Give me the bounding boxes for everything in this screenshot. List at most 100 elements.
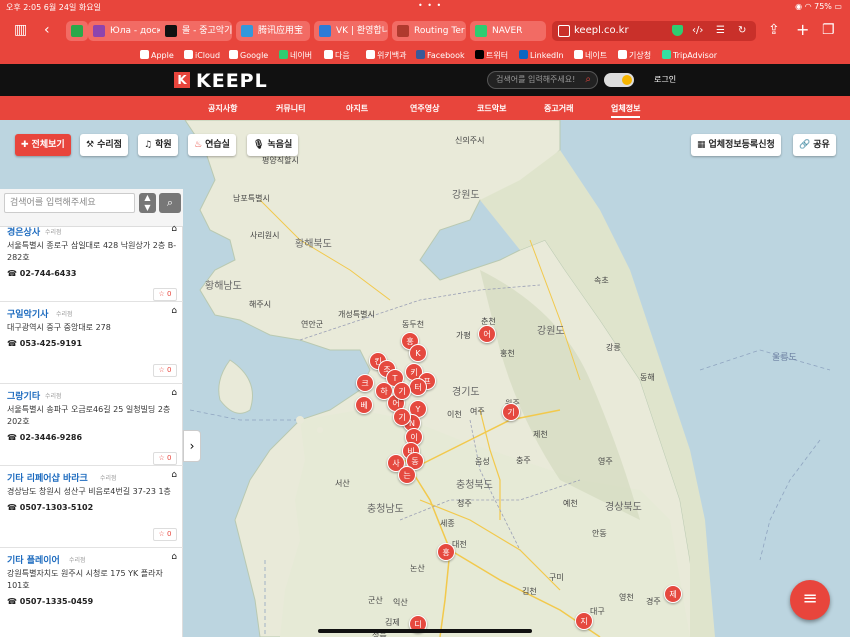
map-marker[interactable]: 홍 xyxy=(437,543,455,561)
search-icon[interactable]: ⌕ xyxy=(585,72,591,88)
nav-community[interactable]: 커뮤니티 xyxy=(276,103,305,114)
bookmark-icloud[interactable]: iCloud xyxy=(184,50,220,60)
share-button[interactable]: 🔗 공유 xyxy=(793,134,836,156)
business-phone[interactable]: ☎ 02-744-6433 xyxy=(7,269,77,278)
business-phone[interactable]: ☎ 0507-1303-5102 xyxy=(7,503,93,512)
map-marker[interactable]: 제 xyxy=(664,585,682,603)
business-name[interactable]: 기타 플레이어 xyxy=(7,553,60,566)
bookmark-facebook[interactable]: Facebook xyxy=(416,50,465,60)
filter-repair-button[interactable]: ⚒ 수리점 xyxy=(80,134,128,156)
rating-badge[interactable]: ☆ 0 xyxy=(153,528,177,541)
business-name[interactable]: 구일악기사 xyxy=(7,307,48,320)
panel-search-input[interactable]: 검색어를 입력해주세요 xyxy=(4,193,135,213)
map-marker[interactable]: 어 xyxy=(478,325,496,343)
map-label: 강원도 xyxy=(537,326,565,337)
bookmark-wikipedia[interactable]: 위키백과 xyxy=(366,50,406,61)
browser-tab[interactable]: 腾讯应用宝 xyxy=(236,21,310,41)
home-icon[interactable]: ⌂ xyxy=(171,224,177,234)
list-item[interactable]: 구일악기사 수리점 ⌂ 대구광역시 중구 중앙대로 278 ☎ 053-425-… xyxy=(0,302,183,384)
business-name[interactable]: 경은상사 xyxy=(7,225,40,238)
keepl-logo-icon[interactable]: K xyxy=(174,72,190,88)
business-phone[interactable]: ☎ 0507-1335-0459 xyxy=(7,597,93,606)
map-marker[interactable]: 기 xyxy=(393,382,411,400)
map-marker[interactable]: 터 xyxy=(409,378,427,396)
map-label: 경주 xyxy=(646,597,661,606)
reload-icon[interactable]: ↻ xyxy=(738,21,746,41)
nav-agit[interactable]: 아지트 xyxy=(346,103,368,114)
browser-tab[interactable]: VK | 환영합니 xyxy=(314,21,388,41)
login-link[interactable]: 로그인 xyxy=(654,74,676,85)
map-marker[interactable]: 는 xyxy=(398,466,416,484)
keepl-logo-text[interactable]: KEEPL xyxy=(196,70,268,92)
browser-tab[interactable]: NAVER xyxy=(470,21,546,41)
share-icon[interactable]: ⇪ xyxy=(768,22,780,38)
nav-videos[interactable]: 연주영상 xyxy=(410,103,439,114)
map-marker[interactable]: K xyxy=(409,344,427,362)
map-label: 충청북도 xyxy=(456,480,493,491)
phone-number: 0507-1335-0459 xyxy=(19,597,94,606)
map-marker[interactable]: 기 xyxy=(393,408,411,426)
rating-badge[interactable]: ☆ 0 xyxy=(153,364,177,377)
browser-tab[interactable]: 몰 - 중고악기 xyxy=(160,21,232,41)
map-label: 구미 xyxy=(549,573,564,582)
new-tab-icon[interactable]: + xyxy=(796,20,809,39)
bookmark-linkedin[interactable]: LinkedIn xyxy=(519,50,564,60)
nav-market[interactable]: 중고거래 xyxy=(544,103,573,114)
list-item[interactable]: 기타 플레이어 수리점 ⌂ 강원특별자치도 원주시 시청로 175 YK 플라자… xyxy=(0,548,183,637)
panel-search-button[interactable]: ⌕ xyxy=(159,193,181,213)
reader-icon[interactable]: ☰ xyxy=(716,21,725,41)
panel-collapse-toggle[interactable]: › xyxy=(183,430,201,462)
list-item[interactable]: 그랑기타 수리점 ⌂ 서울특별시 송파구 오금로46길 25 일청빌딩 2층 2… xyxy=(0,384,183,466)
tab-title: Routing Ter xyxy=(414,26,465,36)
bookmark-kma[interactable]: 기상청 xyxy=(618,50,651,61)
bookmark-nate[interactable]: 네이트 xyxy=(574,50,607,61)
bookmark-naver[interactable]: 네이버 xyxy=(279,50,312,61)
bookmark-apple[interactable]: Apple xyxy=(140,50,174,60)
filter-academy-button[interactable]: ♫ 학원 xyxy=(138,134,178,156)
header-search-input[interactable]: 검색어를 입력해주세요! ⌕ xyxy=(487,71,598,89)
rating-badge[interactable]: ☆ 0 xyxy=(153,452,177,465)
filter-practice-button[interactable]: ♨ 연습실 xyxy=(188,134,236,156)
home-icon[interactable]: ⌂ xyxy=(171,388,177,398)
tab-overview-icon[interactable]: ❐ xyxy=(822,22,835,38)
privacy-shield-icon[interactable] xyxy=(672,25,683,36)
address-bar[interactable]: keepl.co.kr ‹/› ☰ ↻ xyxy=(552,21,756,41)
filter-all-button[interactable]: ✚ 전체보기 xyxy=(15,134,71,156)
map-marker[interactable]: 지 xyxy=(575,612,593,630)
business-phone[interactable]: ☎ 053-425-9191 xyxy=(7,339,82,348)
code-icon[interactable]: ‹/› xyxy=(692,21,703,41)
browser-tab[interactable]: Routing Ter xyxy=(392,21,466,41)
home-icon[interactable]: ⌂ xyxy=(171,306,177,316)
home-icon[interactable]: ⌂ xyxy=(171,552,177,562)
list-item[interactable]: 기타 리페어샵 바라크 수리점 ⌂ 경상남도 창원시 성산구 비음로4번길 37… xyxy=(0,466,183,548)
bookmark-twitter[interactable]: 트위터 xyxy=(475,50,508,61)
filter-recording-button[interactable]: 🎙 녹음실 xyxy=(247,134,299,156)
map-marker[interactable]: 크 xyxy=(356,374,374,392)
menu-fab-button[interactable]: ≡ xyxy=(790,580,830,620)
bookmark-tripadvisor[interactable]: TripAdvisor xyxy=(662,50,717,60)
browser-tab[interactable] xyxy=(66,21,88,41)
home-icon[interactable]: ⌂ xyxy=(171,470,177,480)
nav-business-info[interactable]: 업체정보 xyxy=(611,103,641,118)
sidebar-icon[interactable]: ▥ xyxy=(14,22,27,38)
map-marker[interactable]: 베 xyxy=(355,396,373,414)
nav-chords[interactable]: 코드악보 xyxy=(477,103,506,114)
list-item[interactable]: 경은상사 수리점 ⌂ 서울특별시 종로구 삼일대로 428 낙원상가 2층 B-… xyxy=(0,220,183,302)
home-indicator[interactable] xyxy=(318,629,532,633)
business-name[interactable]: 그랑기타 xyxy=(7,389,40,402)
bookmark-google[interactable]: Google xyxy=(229,50,268,60)
rating-badge[interactable]: ☆ 0 xyxy=(153,288,177,301)
map-marker[interactable]: 기 xyxy=(502,403,520,421)
bookmark-label: LinkedIn xyxy=(530,51,564,60)
icloud-icon xyxy=(184,50,193,59)
business-phone[interactable]: ☎ 02-3446-9286 xyxy=(7,433,82,442)
bookmark-daum[interactable]: 다음 xyxy=(324,50,350,61)
phone-icon: ☎ xyxy=(7,269,20,278)
sort-icon[interactable]: ▲ ▼ xyxy=(139,193,156,213)
register-business-button[interactable]: ▦ 업체정보등록신청 xyxy=(691,134,781,156)
nav-notice[interactable]: 공지사항 xyxy=(208,103,237,114)
dark-mode-toggle[interactable] xyxy=(604,73,634,87)
business-name[interactable]: 기타 리페어샵 바라크 xyxy=(7,471,88,484)
multitask-dots[interactable]: • • • xyxy=(418,1,442,10)
back-icon[interactable]: ‹ xyxy=(44,22,50,38)
